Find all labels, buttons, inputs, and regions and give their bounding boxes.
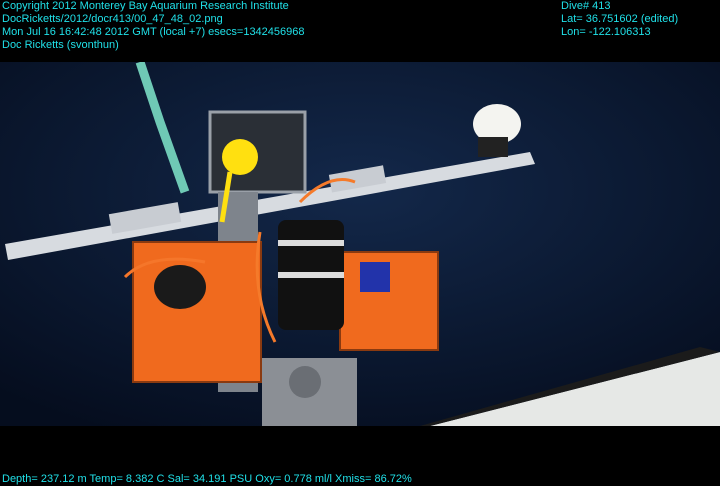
copyright-line: Copyright 2012 Monterey Bay Aquarium Res… (2, 0, 289, 12)
yellow-rope (222, 139, 258, 175)
header-right-info: Dive# 413 Lat= 36.751602 (edited) Lon= -… (561, 0, 678, 39)
timestamp-line: Mon Jul 16 16:42:48 2012 GMT (local +7) … (2, 26, 305, 38)
float-mount (478, 137, 508, 157)
vehicle-line: Doc Ricketts (svonthun) (2, 39, 119, 51)
cylinder-band-mid (278, 272, 344, 278)
underwater-scene-drawing (0, 62, 720, 426)
header-left-info: Copyright 2012 Monterey Bay Aquarium Res… (2, 0, 305, 52)
underwater-scene (0, 62, 720, 426)
longitude: Lon= -122.106313 (561, 26, 651, 38)
image-path-line: DocRicketts/2012/docr413/00_47_48_02.png (2, 13, 223, 25)
water-background (0, 62, 720, 426)
strap-right (360, 262, 390, 292)
telemetry-footer: Depth= 237.12 m Temp= 8.382 C Sal= 34.19… (2, 473, 412, 485)
sampler-disk (289, 366, 321, 398)
dive-number: Dive# 413 (561, 0, 611, 12)
connector-left (154, 265, 206, 309)
latitude: Lat= 36.751602 (edited) (561, 13, 679, 25)
cylinder-band-top (278, 240, 344, 246)
